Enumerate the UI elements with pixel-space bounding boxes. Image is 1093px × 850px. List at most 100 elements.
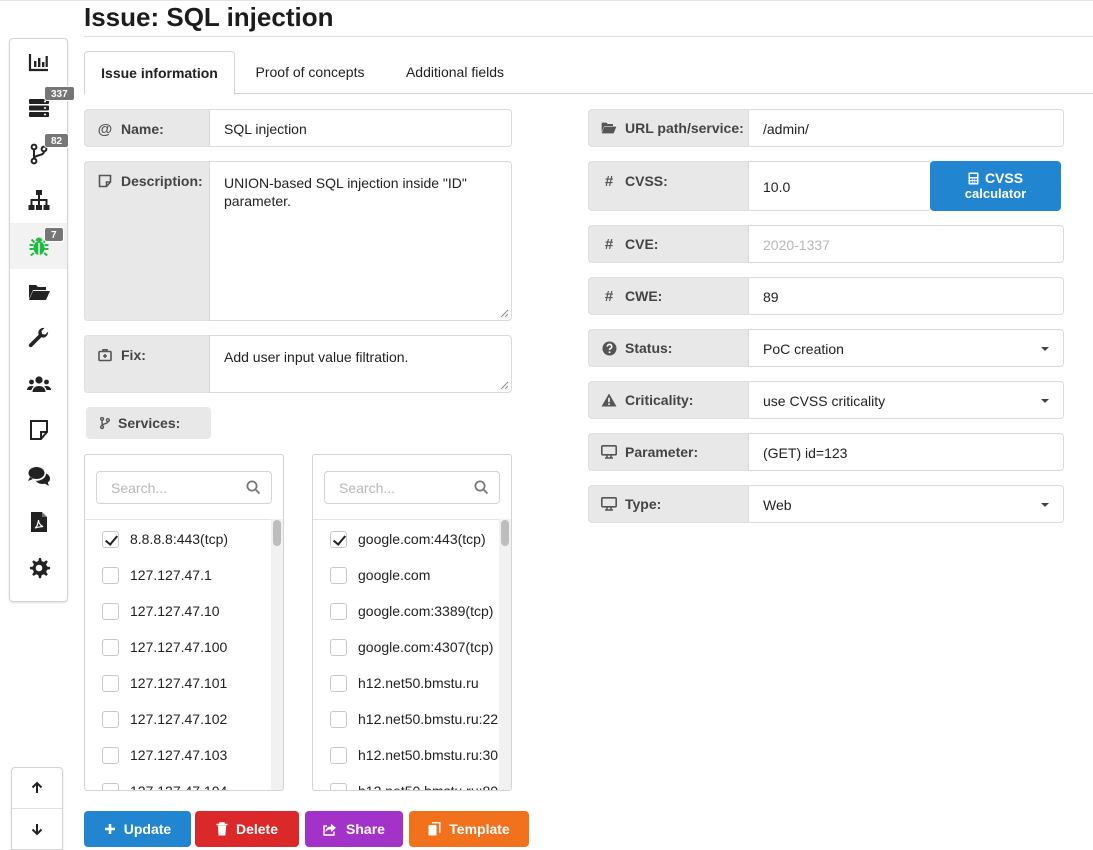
checkbox[interactable] xyxy=(102,710,119,728)
dropdown-caret-icon xyxy=(1041,347,1049,351)
sidebar-item-notes[interactable] xyxy=(10,407,67,453)
list-item[interactable]: h12.net50.bmstu.ru xyxy=(313,665,498,701)
criticality-select[interactable]: use CVSS criticality xyxy=(748,381,1064,419)
name-input[interactable]: SQL injection xyxy=(209,109,512,147)
sidebar-item-network[interactable] xyxy=(10,177,67,223)
checkbox[interactable] xyxy=(330,530,347,548)
checkbox[interactable] xyxy=(102,782,119,790)
host-list-scrollbar[interactable] xyxy=(499,519,511,790)
description-label: Description: xyxy=(84,161,210,321)
tab-proof-of-concepts[interactable]: Proof of concepts xyxy=(242,51,378,94)
update-button[interactable]: Update xyxy=(84,811,191,847)
list-item[interactable]: 127.127.47.101 xyxy=(85,665,270,701)
at-icon: @ xyxy=(97,120,113,138)
users-icon xyxy=(26,376,51,392)
ip-list-scroll-thumb[interactable] xyxy=(273,520,281,546)
sidebar-item-reports[interactable] xyxy=(10,499,67,545)
cvss-calculator-button[interactable]: CVSS calculator xyxy=(930,161,1061,211)
wrench-icon xyxy=(28,327,48,348)
checkbox[interactable] xyxy=(102,602,119,620)
host-list-scroll-thumb[interactable] xyxy=(501,520,509,546)
sidebar-item-team[interactable] xyxy=(10,361,67,407)
sidebar xyxy=(9,38,68,602)
checkbox[interactable] xyxy=(102,638,119,656)
parameter-label: Parameter: xyxy=(588,433,749,471)
hosts-count-badge: 337 xyxy=(44,86,75,101)
status-select[interactable]: PoC creation xyxy=(748,329,1064,367)
status-selected-value: PoC creation xyxy=(763,341,844,357)
list-item[interactable]: 127.127.47.1 xyxy=(85,557,270,593)
tabs-divider xyxy=(84,93,1093,94)
sidebar-item-stats[interactable] xyxy=(10,39,67,85)
ip-list-scrollbar[interactable] xyxy=(271,519,283,790)
sitemap-icon xyxy=(28,190,49,210)
type-select[interactable]: Web xyxy=(748,485,1064,523)
sidebar-item-settings[interactable] xyxy=(10,545,67,591)
list-item[interactable]: h12.net50.bmstu.ru:22(tcp) xyxy=(313,701,498,737)
list-item[interactable]: 127.127.47.103 xyxy=(85,737,270,773)
warning-icon xyxy=(601,392,617,408)
cve-input[interactable]: 2020-1337 xyxy=(748,225,1064,263)
scroll-down-button[interactable] xyxy=(12,809,62,849)
checkbox[interactable] xyxy=(330,782,347,790)
share-button[interactable]: Share xyxy=(305,811,403,847)
fix-textarea[interactable]: Add user input value filtration. xyxy=(209,335,512,393)
checkbox[interactable] xyxy=(330,674,347,692)
type-selected-value: Web xyxy=(763,497,792,513)
services-label: Services: xyxy=(86,407,211,439)
arrow-down-icon xyxy=(31,824,43,836)
resize-grip-icon[interactable] xyxy=(500,309,509,318)
checkbox[interactable] xyxy=(102,746,119,764)
cog-icon xyxy=(29,558,50,579)
ip-search-input[interactable]: Search... xyxy=(96,471,272,504)
issues-count-badge: 7 xyxy=(44,227,64,242)
checkbox[interactable] xyxy=(330,710,347,728)
bar-chart-icon xyxy=(28,54,48,72)
checkbox[interactable] xyxy=(102,566,119,584)
hashtag-icon: # xyxy=(604,235,614,253)
sidebar-item-chats[interactable] xyxy=(10,453,67,499)
dropdown-caret-icon xyxy=(1041,399,1049,403)
tab-issue-information[interactable]: Issue information xyxy=(84,51,235,95)
checkbox[interactable] xyxy=(330,566,347,584)
description-textarea[interactable]: UNION-based SQL injection inside "ID" pa… xyxy=(209,161,512,321)
list-item[interactable]: 127.127.47.102 xyxy=(85,701,270,737)
list-item[interactable]: google.com:4307(tcp) xyxy=(313,629,498,665)
host-search-input[interactable]: Search... xyxy=(324,471,500,504)
trash-icon xyxy=(216,822,228,836)
medkit-icon xyxy=(97,347,113,363)
comments-icon xyxy=(27,467,50,486)
list-item[interactable]: h12.net50.bmstu.ru:8080(tcp) xyxy=(313,773,498,790)
resize-grip-icon[interactable] xyxy=(500,381,509,390)
calculator-icon xyxy=(968,172,979,185)
url-input[interactable]: /admin/ xyxy=(748,109,1064,147)
list-item[interactable]: google.com:3389(tcp) xyxy=(313,593,498,629)
desktop-icon xyxy=(601,496,617,512)
cvss-input[interactable]: 10.0 xyxy=(748,161,932,211)
list-item[interactable]: h12.net50.bmstu.ru:3000(tcp) xyxy=(313,737,498,773)
sidebar-item-files[interactable] xyxy=(10,269,67,315)
cwe-input[interactable]: 89 xyxy=(748,277,1064,315)
list-item[interactable]: 127.127.47.100 xyxy=(85,629,270,665)
list-item[interactable]: google.com:443(tcp) xyxy=(313,521,498,557)
share-square-icon xyxy=(323,823,337,836)
tab-additional-fields[interactable]: Additional fields xyxy=(389,51,521,94)
scroll-up-button[interactable] xyxy=(12,768,62,808)
branches-count-badge: 82 xyxy=(44,133,70,148)
delete-button[interactable]: Delete xyxy=(195,811,299,847)
parameter-input[interactable]: (GET) id=123 xyxy=(748,433,1064,471)
checkbox[interactable] xyxy=(330,746,347,764)
list-item[interactable]: 127.127.47.10 xyxy=(85,593,270,629)
list-item[interactable]: google.com xyxy=(313,557,498,593)
checkbox[interactable] xyxy=(330,638,347,656)
search-icon xyxy=(246,480,261,495)
list-item[interactable]: 127.127.47.104 xyxy=(85,773,270,790)
checkbox[interactable] xyxy=(330,602,347,620)
checkbox[interactable] xyxy=(102,530,119,548)
sidebar-item-tools[interactable] xyxy=(10,315,67,361)
list-item[interactable]: 8.8.8.8:443(tcp) xyxy=(85,521,270,557)
url-label: URL path/service: xyxy=(588,109,749,147)
name-label: @ Name: xyxy=(84,109,210,147)
checkbox[interactable] xyxy=(102,674,119,692)
template-button[interactable]: Template xyxy=(409,811,529,847)
